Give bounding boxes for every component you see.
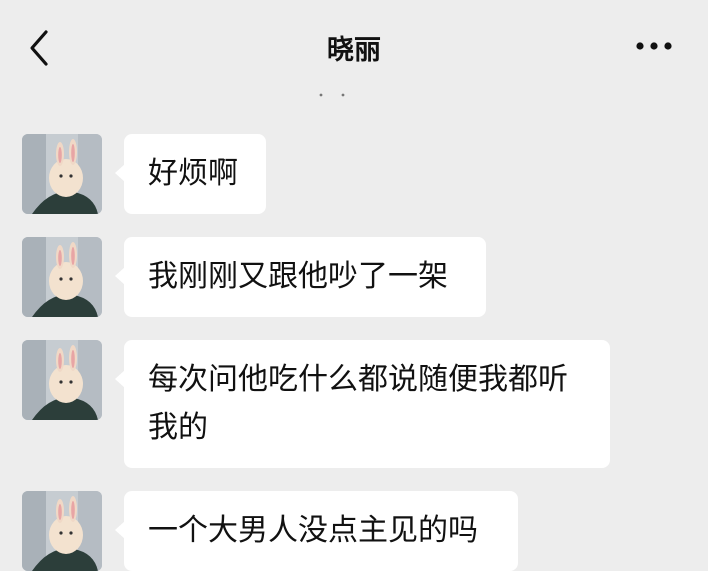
message-bubble[interactable]: 一个大男人没点主见的吗 (115, 491, 518, 571)
more-dots-icon (636, 42, 672, 50)
avatar-image (22, 134, 102, 214)
message-bubble[interactable]: 我刚刚又跟他吵了一架 (115, 237, 486, 317)
chat-header: 晓丽 (0, 0, 708, 97)
message-bubble[interactable]: 好烦啊 (115, 134, 266, 214)
more-button[interactable] (632, 34, 676, 58)
avatar[interactable] (22, 491, 102, 571)
avatar-image (22, 237, 102, 317)
chat-title: 晓丽 (327, 35, 381, 66)
avatar-image (22, 340, 102, 420)
avatar[interactable] (22, 237, 102, 317)
avatar[interactable] (22, 134, 102, 214)
avatar-image (22, 491, 102, 571)
avatar[interactable] (22, 340, 102, 420)
message-bubble[interactable]: 每次问他吃什么都说随便我都听我的 (115, 340, 610, 468)
loading-dots-icon (319, 93, 345, 97)
